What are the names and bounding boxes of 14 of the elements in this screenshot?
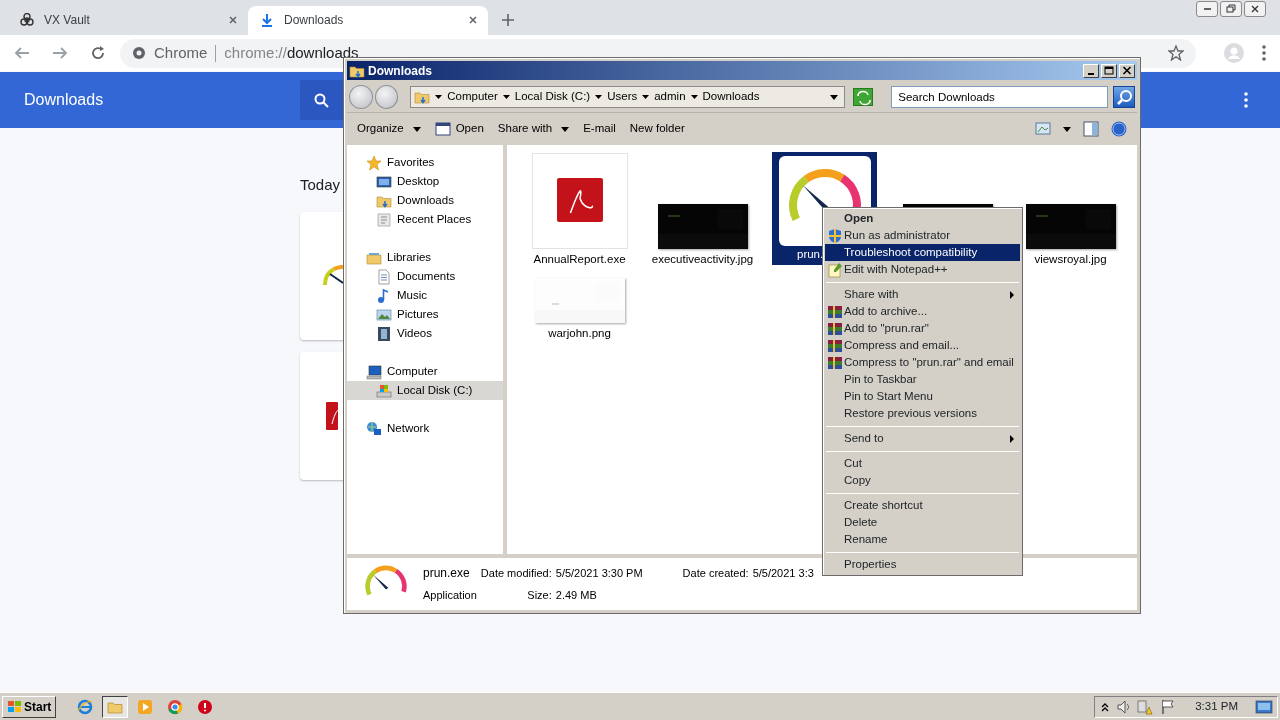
tab-title: Downloads [284, 11, 345, 29]
field-label: Date created: [682, 566, 749, 581]
site-label: Chrome [154, 42, 208, 63]
url-text: chrome://downloads [224, 42, 359, 63]
page-title: Downloads [24, 90, 105, 110]
field-label: Size: [527, 588, 552, 604]
section-heading: Today [300, 175, 341, 195]
file-name: prun.exe [423, 565, 471, 583]
field-value: 5/5/2021 3:3 [752, 566, 814, 581]
file-type: Application [423, 588, 477, 604]
field-value: 2.49 MB [555, 588, 598, 604]
field-label: Date modified: [480, 566, 552, 581]
tab-title: VX Vault [44, 11, 91, 29]
field-value: 5/5/2021 3:30 PM [555, 566, 643, 581]
